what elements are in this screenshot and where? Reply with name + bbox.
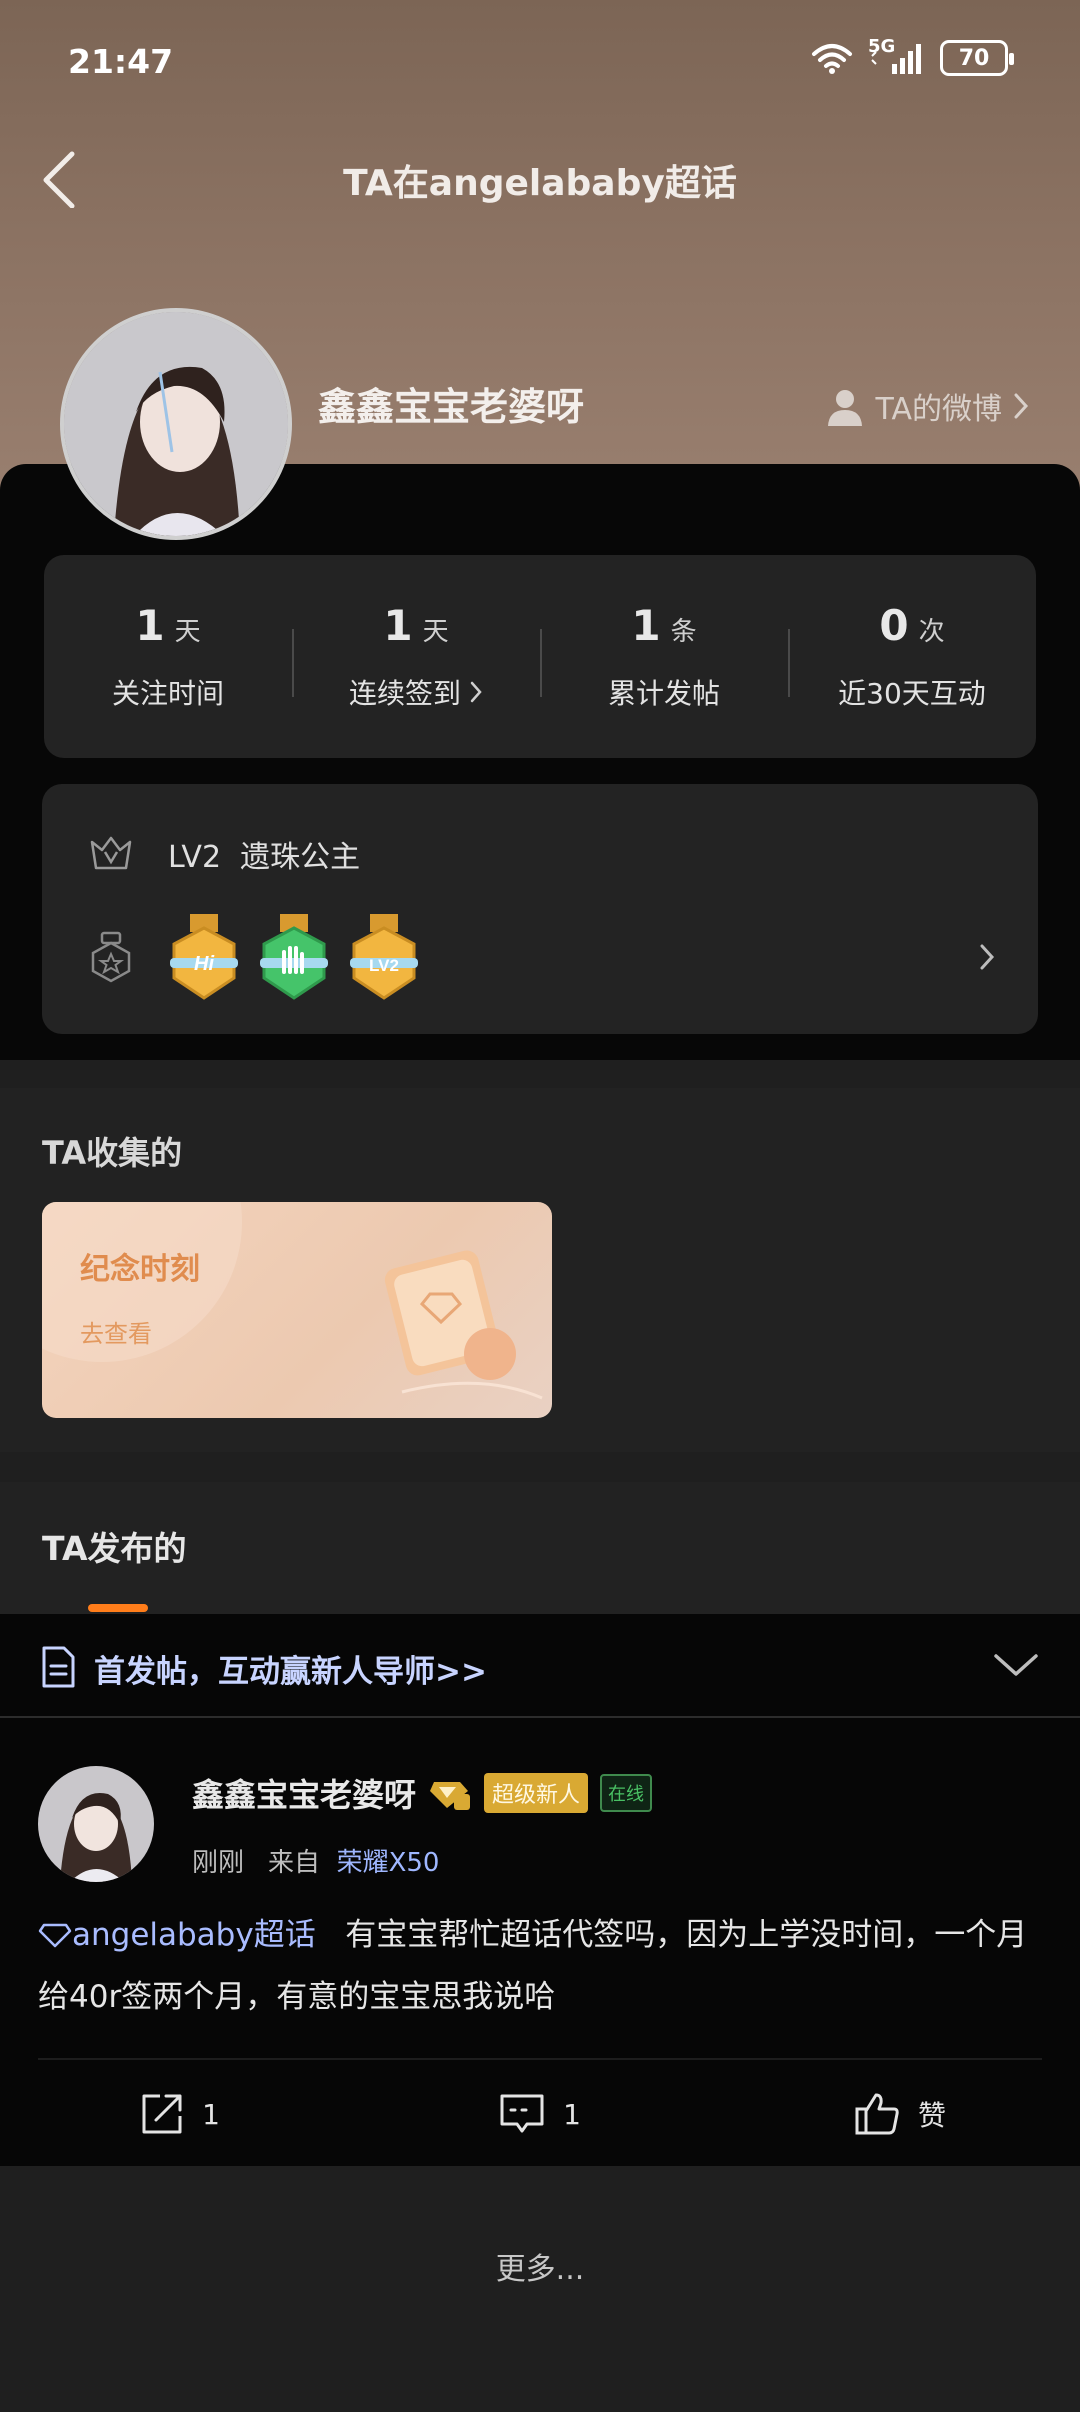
weibo-profile-link[interactable]: TA的微博: [825, 384, 1030, 428]
lv2-badge-icon: LV2: [350, 914, 418, 1000]
stat-value: 1: [383, 601, 413, 650]
level-title: 遗珠公主: [240, 840, 361, 875]
comment-button[interactable]: 1: [360, 2074, 720, 2154]
stat-follow-time: 1 天 关注时间: [44, 555, 292, 758]
post-content: angelababy超话 有宝宝帮忙超话代签吗，因为上学没时间，一个月给40r签…: [38, 1904, 1048, 2028]
status-time: 21:47: [68, 42, 174, 81]
battery-indicator: 70: [940, 40, 1014, 76]
memory-moments-card[interactable]: 纪念时刻 去查看: [42, 1202, 552, 1418]
posted-section: TA发布的: [0, 1482, 1080, 1614]
post-divider: [38, 2058, 1042, 2060]
chevron-down-icon[interactable]: [992, 1652, 1040, 1680]
collection-title: TA收集的: [42, 1134, 183, 1172]
pinned-post-bar[interactable]: 首发帖，互动赢新人导师>>: [0, 1614, 1080, 1718]
post-author-name[interactable]: 鑫鑫宝宝老婆呀: [192, 1770, 416, 1816]
stat-unit: 天: [174, 617, 201, 647]
post-topic-text: angelababy超话: [72, 1917, 316, 1953]
profile-name: 鑫鑫宝宝老婆呀: [318, 385, 585, 429]
pinned-post-text: 首发帖，互动赢新人导师>>: [94, 1654, 487, 1690]
chevron-right-icon: [470, 681, 482, 703]
post-time: 刚刚: [192, 1848, 245, 1878]
share-icon: [142, 2094, 182, 2134]
collection-section: TA收集的 纪念时刻 去查看: [0, 1088, 1080, 1452]
cellular-signal-icon: 5G: [868, 36, 926, 76]
post-from-label: 来自: [268, 1848, 321, 1878]
tab-indicator: [88, 1604, 148, 1612]
super-newbie-badge: 超级新人: [484, 1773, 589, 1813]
post-card[interactable]: 鑫鑫宝宝老婆呀 超级新人 在线 刚刚 来自 荣耀X50 angelababy超话…: [0, 1718, 1080, 2166]
crown-icon: [90, 836, 132, 870]
post-meta: 刚刚 来自 荣耀X50: [192, 1842, 439, 1879]
medal-icon: [91, 931, 131, 983]
stat-label: 累计发帖: [607, 677, 720, 710]
share-button[interactable]: 1: [0, 2074, 360, 2154]
stat-unit: 天: [422, 617, 449, 647]
level-info: LV2 遗珠公主: [168, 832, 360, 876]
stat-label-text: 连续签到: [348, 677, 461, 710]
posted-title[interactable]: TA发布的: [42, 1522, 187, 1570]
comment-icon: [500, 2094, 544, 2133]
level-number: LV2: [168, 840, 222, 875]
wifi-icon: [812, 44, 852, 74]
user-icon: [828, 390, 863, 426]
like-label: 赞: [917, 2099, 946, 2132]
more-button[interactable]: 更多...: [0, 2244, 1080, 2288]
stat-unit: 条: [670, 617, 697, 647]
battery-level: 70: [958, 45, 990, 71]
level-chevron: [978, 942, 996, 976]
document-icon: [42, 1646, 75, 1688]
more-section: 更多...: [0, 2168, 1080, 2412]
post-author-avatar[interactable]: [38, 1766, 154, 1882]
chevron-right-icon: [1014, 393, 1029, 419]
svg-text:LV2: LV2: [369, 956, 399, 975]
stat-unit: 次: [918, 617, 945, 647]
post-topic-link[interactable]: angelababy超话: [38, 1917, 316, 1953]
stat-checkin-streak[interactable]: 1 天 连续签到: [292, 555, 540, 758]
stat-value: 1: [135, 601, 165, 650]
share-count: 1: [202, 2097, 220, 2131]
comment-count: 1: [563, 2097, 581, 2131]
memory-card-title: 纪念时刻: [80, 1252, 200, 1287]
stats-card: 1 天 关注时间 1 天 连续签到 1 条 累计发帖 0 次 近30天互动: [44, 555, 1036, 758]
weibo-link-label: TA的微博: [875, 392, 1002, 427]
hand-badge-icon: [260, 914, 328, 1000]
chevron-right-icon: [980, 944, 995, 970]
memory-card-link[interactable]: 去查看: [80, 1314, 152, 1349]
stat-value: 1: [631, 601, 661, 650]
svg-text:Hi: Hi: [194, 953, 214, 975]
hi-badge-icon: Hi: [170, 914, 238, 1000]
profile-avatar[interactable]: [60, 308, 292, 540]
stat-total-posts: 1 条 累计发帖: [540, 555, 788, 758]
level-card[interactable]: LV2 遗珠公主 Hi LV2: [42, 784, 1038, 1034]
online-badge: 在线: [600, 1774, 653, 1812]
stat-label: 连续签到: [349, 672, 483, 712]
stat-value: 0: [879, 601, 909, 650]
post-actions: 1 1 赞: [0, 2074, 1080, 2154]
post-device[interactable]: 荣耀X50: [337, 1848, 440, 1878]
stat-label: 关注时间: [111, 677, 224, 710]
page-title: TA在angelababy超话: [343, 163, 737, 204]
stat-label: 近30天互动: [838, 677, 986, 710]
like-button[interactable]: 赞: [720, 2074, 1080, 2154]
diamond-topic-icon: [38, 1923, 72, 1948]
thumbs-up-icon: [855, 2093, 899, 2135]
status-bar: 21:47 5G 70: [0, 0, 1080, 130]
status-icons: 5G 70: [810, 36, 1014, 76]
stat-interactions-30d: 0 次 近30天互动: [788, 555, 1036, 758]
diamond-badge-icon: [430, 1782, 471, 1810]
post-source: 来自 荣耀X50: [268, 1842, 439, 1879]
badge-list: Hi LV2: [168, 912, 420, 1002]
